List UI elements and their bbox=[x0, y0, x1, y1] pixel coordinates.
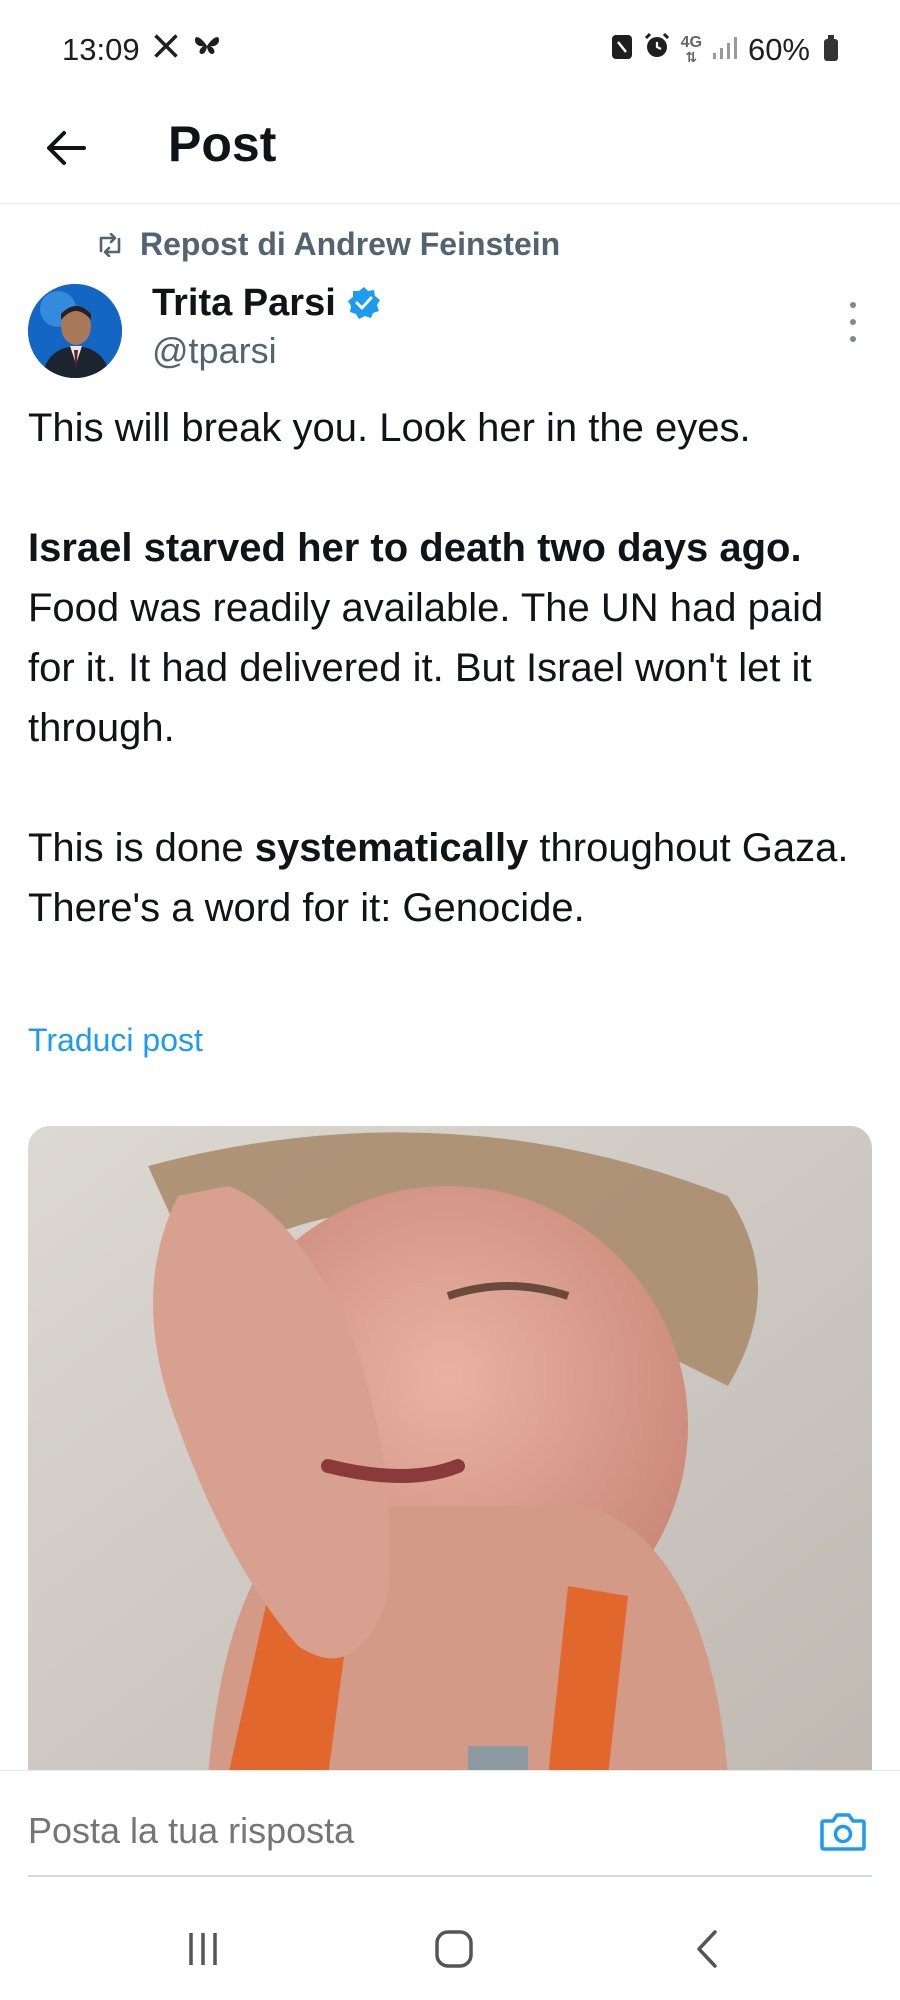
verified-badge-icon bbox=[347, 287, 380, 319]
recent-apps-icon bbox=[189, 1933, 217, 1965]
post-media-image[interactable] bbox=[28, 1126, 872, 1776]
post-paragraph-2: Israel starved her to death two days ago… bbox=[28, 518, 878, 758]
more-dot-icon bbox=[850, 336, 856, 342]
more-dot-icon bbox=[850, 302, 856, 308]
page-title: Post bbox=[168, 116, 277, 172]
post-text-span: This is done bbox=[28, 826, 255, 870]
nfc-icon bbox=[611, 32, 633, 68]
system-nav-bar bbox=[0, 1900, 900, 2000]
camera-button[interactable] bbox=[818, 1807, 868, 1857]
avatar[interactable] bbox=[28, 284, 122, 378]
author-name: Trita Parsi bbox=[152, 282, 336, 324]
chevron-left-icon bbox=[697, 1930, 717, 1968]
back-nav-button[interactable] bbox=[676, 1924, 736, 1974]
post-paragraph-3: This is done systematically throughout G… bbox=[28, 818, 878, 938]
arrow-left-icon bbox=[47, 131, 86, 165]
author-handle[interactable]: @tparsi bbox=[152, 328, 277, 374]
more-options-button[interactable] bbox=[838, 302, 868, 342]
home-button[interactable] bbox=[424, 1924, 484, 1974]
status-bar: 13:09 4G ⇅ 60% bbox=[0, 0, 900, 100]
recent-apps-button[interactable] bbox=[173, 1924, 233, 1974]
translate-post-link[interactable]: Traduci post bbox=[28, 1018, 203, 1062]
reply-divider bbox=[28, 1875, 872, 1877]
reply-bar bbox=[0, 1770, 900, 1921]
back-button[interactable] bbox=[38, 120, 94, 176]
header: Post bbox=[0, 100, 900, 204]
repost-label: Repost di Andrew Feinstein bbox=[140, 226, 561, 262]
post-text-span: Food was readily available. The UN had p… bbox=[28, 586, 824, 750]
repost-indicator[interactable]: Repost di Andrew Feinstein bbox=[96, 226, 560, 263]
post-bold-text: systematically bbox=[254, 826, 529, 870]
status-right: 4G ⇅ 60% bbox=[611, 32, 838, 68]
battery-percent: 60% bbox=[747, 32, 810, 67]
post-text: This will break you. Look her in the eye… bbox=[28, 398, 878, 938]
post-paragraph-1: This will break you. Look her in the eye… bbox=[28, 406, 751, 450]
status-time: 13:09 bbox=[62, 32, 140, 67]
alarm-icon bbox=[643, 32, 671, 68]
network-label: 4G bbox=[680, 34, 702, 51]
signal-icon bbox=[712, 32, 738, 68]
more-dot-icon bbox=[850, 319, 856, 325]
repost-icon bbox=[99, 232, 121, 257]
camera-icon bbox=[820, 1813, 866, 1851]
battery-icon bbox=[824, 35, 838, 61]
author-name-row[interactable]: Trita Parsi bbox=[152, 280, 382, 326]
post-bold-text: Israel starved her to death two days ago… bbox=[28, 526, 802, 570]
status-left: 13:09 bbox=[62, 32, 222, 68]
network-4g-icon: 4G ⇅ bbox=[680, 34, 702, 65]
home-icon bbox=[435, 1930, 473, 1968]
x-logo-icon bbox=[152, 32, 180, 68]
reply-input[interactable] bbox=[28, 1801, 872, 1861]
bluesky-icon bbox=[192, 32, 222, 68]
